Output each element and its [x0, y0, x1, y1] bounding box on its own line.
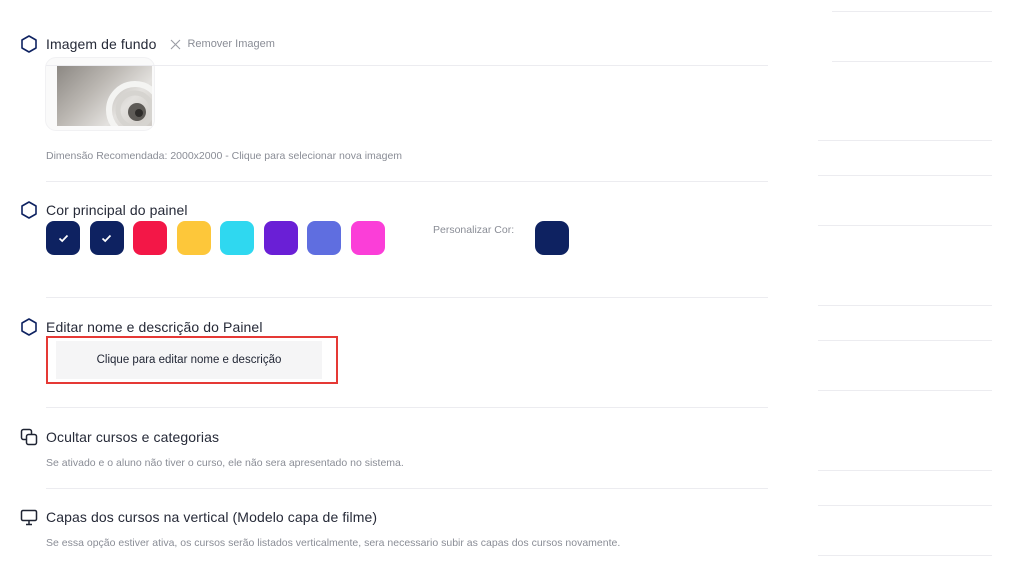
hide-courses-section: Ocultar cursos e categorias Se ativado e…: [20, 427, 768, 477]
section-title: Ocultar cursos e categorias: [46, 429, 220, 445]
color-swatch[interactable]: [46, 221, 80, 255]
close-icon: [171, 39, 181, 49]
divider: [46, 65, 768, 66]
highlight-box: Clique para editar nome e descrição: [46, 336, 338, 384]
remove-image-label: Remover Imagem: [187, 38, 275, 50]
color-swatch-list: [46, 221, 394, 255]
background-image-help: Dimensão Recomendada: 2000x2000 - Clique…: [46, 150, 403, 162]
edit-panel-section: Editar nome e descrição do Painel Clique…: [20, 317, 768, 397]
vertical-covers-help: Se essa opção estiver ativa, os cursos s…: [46, 537, 621, 549]
edit-name-description-button[interactable]: Clique para editar nome e descrição: [56, 341, 322, 379]
background-image-preview[interactable]: [46, 58, 154, 130]
color-swatch[interactable]: [307, 221, 341, 255]
hexagon-icon: [20, 35, 38, 53]
check-icon: [101, 234, 112, 242]
section-title: Capas dos cursos na vertical (Modelo cap…: [46, 509, 378, 525]
color-swatch[interactable]: [220, 221, 254, 255]
hide-courses-help: Se ativado e o aluno não tiver o curso, …: [46, 457, 404, 469]
remove-image-button[interactable]: Remover Imagem: [170, 38, 275, 50]
background-image-section: Imagem de fundo Remover Imagem Dimensão …: [20, 34, 768, 164]
section-title: Cor principal do painel: [46, 202, 188, 218]
divider: [46, 181, 768, 182]
divider: [46, 488, 768, 489]
check-icon: [58, 234, 68, 242]
divider: [46, 407, 768, 408]
custom-color-label: Personalizar Cor:: [433, 224, 515, 236]
hexagon-icon: [20, 201, 38, 219]
section-title: Imagem de fundo: [46, 36, 157, 52]
color-swatch[interactable]: [176, 221, 211, 255]
copy-icon: [20, 428, 38, 446]
background-image-thumbnail: [57, 66, 152, 126]
color-swatch[interactable]: [350, 221, 385, 255]
vertical-covers-section: Capas dos cursos na vertical (Modelo cap…: [20, 507, 768, 557]
custom-color-picker[interactable]: [535, 221, 569, 255]
divider: [46, 297, 768, 298]
monitor-icon: [20, 508, 38, 526]
color-swatch[interactable]: [133, 221, 167, 255]
section-title: Editar nome e descrição do Painel: [46, 319, 263, 335]
hexagon-icon: [20, 318, 38, 336]
main-color-section: Cor principal do painel Personalizar Cor…: [20, 200, 768, 290]
color-swatch[interactable]: [89, 221, 124, 255]
color-swatch[interactable]: [263, 221, 298, 255]
